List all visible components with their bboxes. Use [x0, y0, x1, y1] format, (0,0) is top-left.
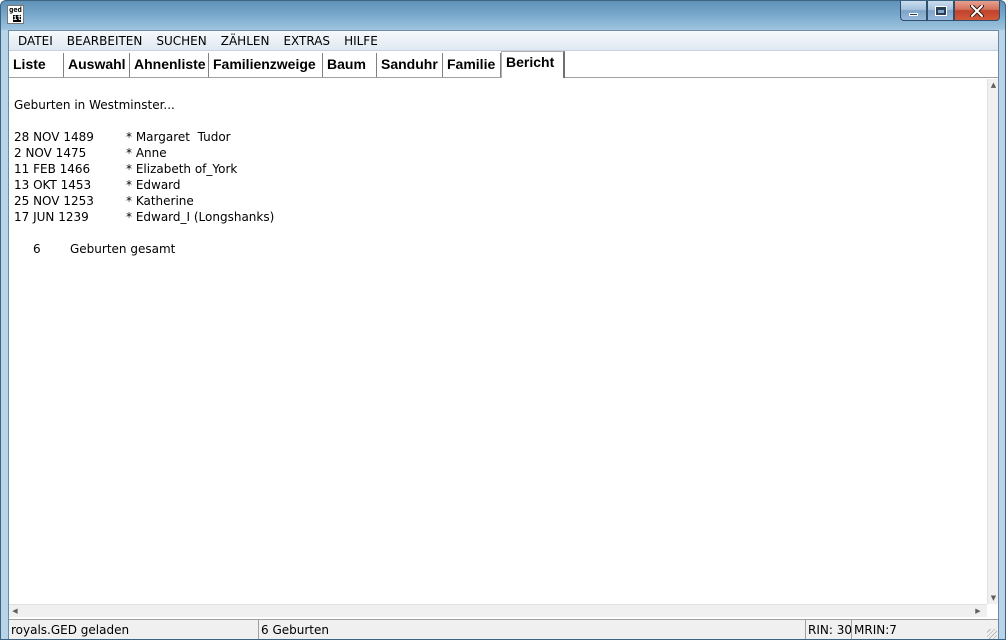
tab-liste[interactable]: Liste — [9, 53, 64, 77]
report-row: 25 NOV 1253 * Katherine — [14, 193, 987, 209]
app-window: ged it! DATEIBEARBEITENSUCHENZÄHLENEXTRA… — [0, 0, 1006, 640]
report-row: 17 JUN 1239 * Edward_I (Longshanks) — [14, 209, 987, 225]
view-tabs: Liste Auswahl Ahnenliste Familienzweige Baum… — [9, 51, 998, 78]
close-icon — [970, 4, 984, 17]
tab-baum[interactable]: Baum — [323, 53, 377, 77]
status-rin: RIN: 30 — [806, 620, 852, 639]
tab-sanduhr[interactable]: Sanduhr — [377, 53, 443, 77]
scroll-right-icon[interactable]: ▶ — [972, 605, 984, 617]
app-icon-text-top: ged — [9, 6, 22, 14]
total-label: Geburten gesamt — [70, 242, 176, 256]
status-mrin: MRIN:7 — [854, 623, 897, 637]
tab-familienzweige[interactable]: Familienzweige — [209, 53, 323, 77]
person-name: * Elizabeth of_York — [126, 162, 238, 176]
person-name: * Katherine — [126, 194, 194, 208]
menu-hilfe[interactable]: HILFE — [337, 31, 385, 51]
scroll-left-icon[interactable]: ◀ — [9, 605, 21, 617]
report-heading: Geburten in Westminster... — [14, 98, 175, 112]
tab-ahnenliste[interactable]: Ahnenliste — [130, 53, 209, 77]
client-area: DATEI BEARBEITEN SUCHEN ZÄHLEN EXTRAS HILFE L… — [8, 30, 999, 639]
app-icon[interactable]: ged it! — [7, 5, 24, 24]
tab-auswahl[interactable]: Auswahl — [64, 53, 130, 77]
status-summary: 6 Geburten — [259, 620, 806, 639]
report-row: 13 OKT 1453 * Edward — [14, 177, 987, 193]
caption-buttons — [900, 1, 1000, 21]
scroll-up-icon[interactable]: ▲ — [988, 79, 999, 91]
birth-date: 25 NOV 1253 — [14, 194, 94, 208]
menu-extras[interactable]: EXTRAS — [276, 31, 337, 51]
birth-date: 2 NOV 1475 — [14, 146, 87, 160]
person-name: * Anne — [126, 146, 167, 160]
menu-suchen[interactable]: SUCHEN — [149, 31, 213, 51]
person-name: * Margaret Tudor — [126, 130, 231, 144]
menu-z-hlen[interactable]: ZÄHLEN — [214, 31, 277, 51]
report-row: 11 FEB 1466 * Elizabeth of_York — [14, 161, 987, 177]
report-total: 6 Geburten gesamt — [14, 241, 987, 257]
tab-familie[interactable]: Familie — [443, 53, 501, 77]
status-bar: royals.GED geladen 6 Geburten RIN: 30 MR… — [9, 619, 998, 639]
close-button[interactable] — [954, 1, 1000, 21]
total-count: 6 — [33, 242, 41, 256]
birth-date: 17 JUN 1239 — [14, 210, 89, 224]
maximize-icon — [934, 5, 947, 16]
tab-bericht[interactable]: Bericht — [501, 51, 565, 78]
report-rows: 28 NOV 1489 * Margaret Tudor 2 NOV 1475 * A… — [14, 129, 987, 225]
vertical-scrollbar[interactable]: ▲ ▼ — [987, 79, 998, 604]
report-row: 28 NOV 1489 * Margaret Tudor — [14, 129, 987, 145]
person-name: * Edward_I (Longshanks) — [126, 210, 275, 224]
person-name: * Edward — [126, 178, 181, 192]
birth-date: 11 FEB 1466 — [14, 162, 91, 176]
report-row: 2 NOV 1475 * Anne — [14, 145, 987, 161]
menu-datei[interactable]: DATEI — [11, 31, 60, 51]
app-icon-text-bottom: it! — [13, 14, 23, 22]
birth-date: 13 OKT 1453 — [14, 178, 92, 192]
menu-bearbeiten[interactable]: BEARBEITEN — [60, 31, 150, 51]
minimize-button[interactable] — [900, 1, 927, 21]
status-file: royals.GED geladen — [9, 620, 259, 639]
menu-bar: DATEI BEARBEITEN SUCHEN ZÄHLEN EXTRAS HILFE — [9, 31, 998, 51]
scroll-down-icon[interactable]: ▼ — [988, 592, 999, 604]
birth-date: 28 NOV 1489 — [14, 130, 94, 144]
maximize-button[interactable] — [927, 1, 954, 21]
horizontal-scrollbar[interactable]: ◀ ▶ — [9, 604, 987, 617]
report-view[interactable]: Geburten in Westminster... 28 NOV 1489 * … — [9, 79, 987, 604]
resize-grip-icon[interactable] — [987, 629, 997, 639]
title-bar[interactable]: ged it! — [1, 1, 1005, 30]
minimize-icon — [909, 13, 918, 16]
